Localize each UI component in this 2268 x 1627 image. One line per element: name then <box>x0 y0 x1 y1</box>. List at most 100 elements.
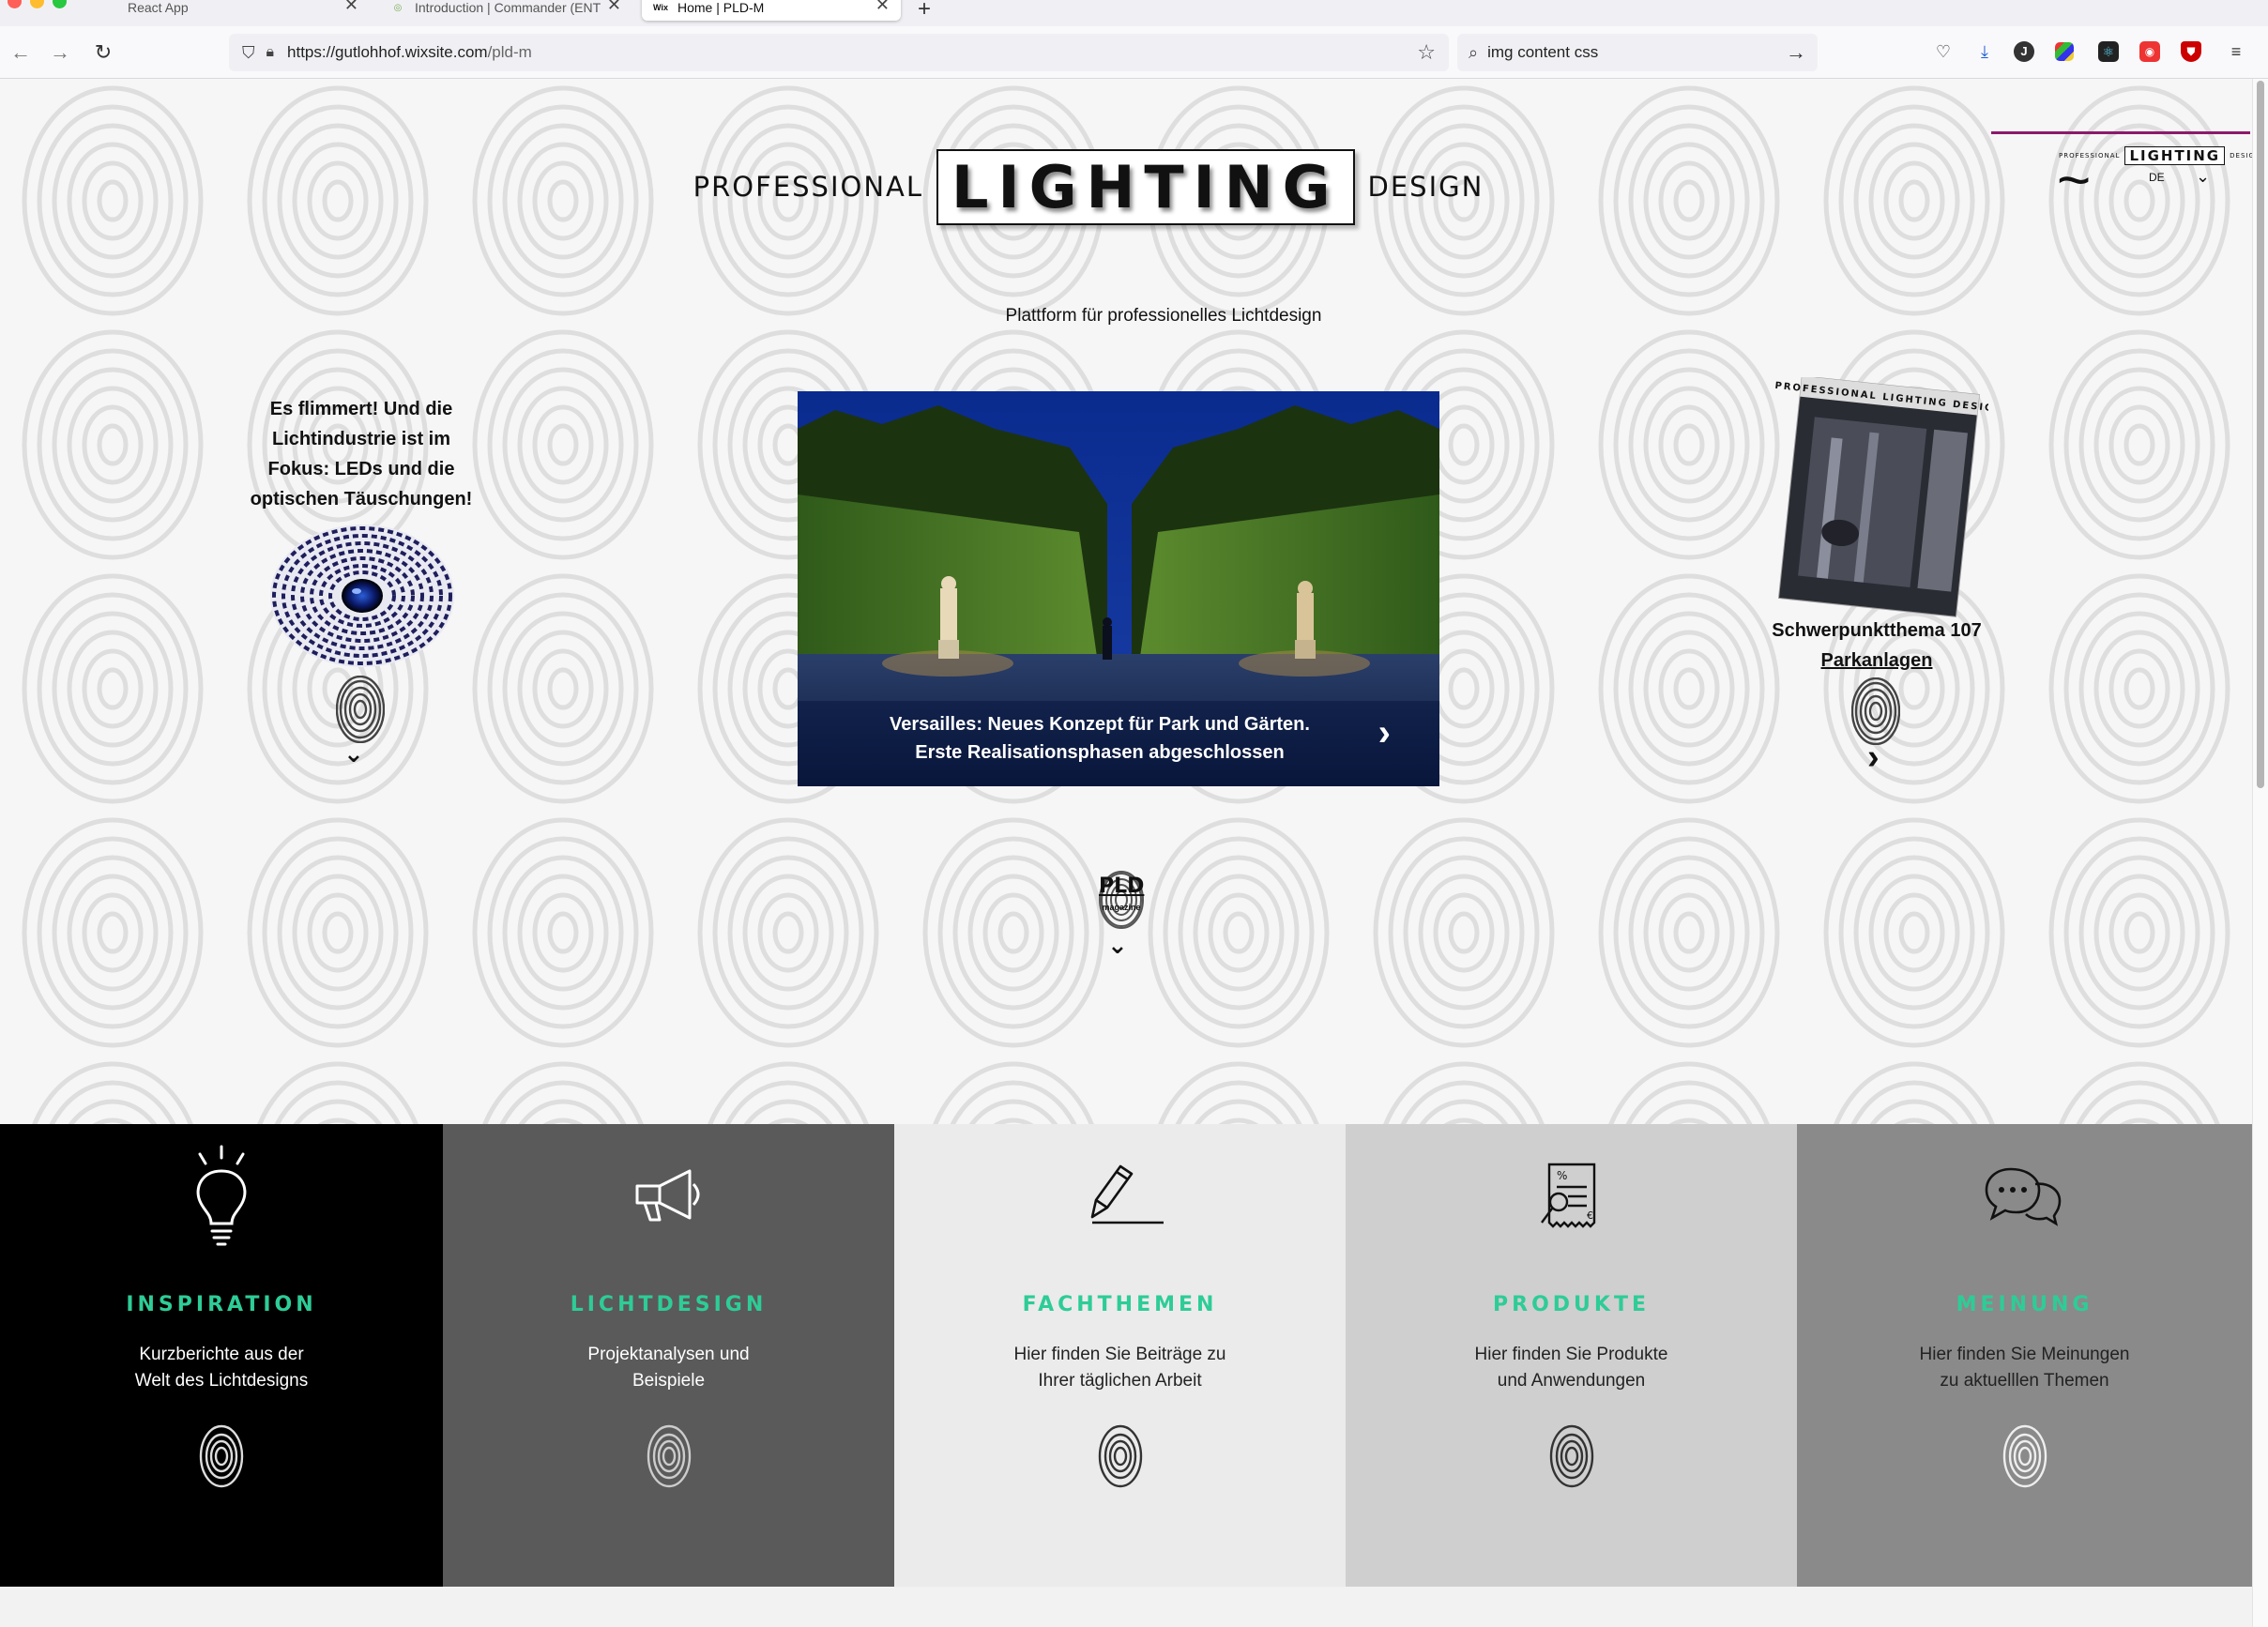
mini-logo-center: LIGHTING <box>2124 146 2226 165</box>
pld-badge-top: PLD <box>1099 874 1145 898</box>
magazine-cover-image[interactable]: PROFESSIONAL LIGHTING DESIGN <box>1769 377 1988 623</box>
url-path: /pld-m <box>487 43 532 61</box>
fingerprint-icon <box>336 676 385 743</box>
chat-bubbles-icon <box>1985 1167 2061 1226</box>
category-title: INSPIRATION <box>126 1293 317 1316</box>
category-title: LICHTDESIGN <box>570 1293 768 1316</box>
category-title: PRODUKTE <box>1493 1293 1650 1316</box>
swirl-logo-icon: ~ <box>2057 148 2092 213</box>
tab-title: Home | PLD-M <box>677 0 765 15</box>
pocket-icon[interactable]: ♡ <box>1931 39 1956 64</box>
invoice-icon: % € <box>1540 1163 1595 1228</box>
category-desc-line1: Hier finden Sie Beiträge zu <box>1013 1345 1226 1364</box>
pld-magazine-badge[interactable]: PLD magazine <box>1099 871 1144 929</box>
right-teaser-link[interactable]: Parkanlagen <box>1736 646 2017 676</box>
category-desc-line2: Welt des Lichtdesigns <box>134 1371 309 1391</box>
scrollbar-thumb[interactable] <box>2257 81 2264 788</box>
logo-word-design: DESIGN <box>1367 171 1484 203</box>
browser-tab-react-app[interactable]: React App ✕ <box>116 0 370 21</box>
downloads-icon[interactable]: ⤓ <box>1972 39 1997 64</box>
address-bar[interactable]: ⛉ 🔒︎ https://gutlohhof.wixsite.com/pld-m… <box>229 34 1449 71</box>
screenshot-extension-icon[interactable]: ◉ <box>2139 41 2160 62</box>
browser-toolbar: ← → ↻ ⛉ 🔒︎ https://gutlohhof.wixsite.com… <box>0 26 2268 79</box>
language-chevron-down-icon[interactable]: ⌄ <box>2196 167 2210 187</box>
hero-caption-line2: Erste Realisationsphasen abgeschlossen <box>915 742 1285 763</box>
fingerprint-icon <box>199 1424 244 1488</box>
category-meinung[interactable]: MEINUNG Hier finden Sie Meinungen zu aktu… <box>1797 1124 2252 1587</box>
category-desc-line2: Beispiele <box>632 1371 706 1391</box>
fingerprint-icon <box>1851 677 1900 745</box>
url-host: https://gutlohhof.wixsite.com <box>287 43 488 61</box>
hero-slideshow[interactable]: Versailles: Neues Konzept für Park und G… <box>798 391 1439 786</box>
browser-tab-home-pld[interactable]: Wix Home | PLD-M ✕ <box>642 0 901 21</box>
left-teaser-chevron-down-icon[interactable]: ⌄ <box>343 739 364 768</box>
category-desc-line1: Hier finden Sie Produkte <box>1474 1345 1668 1364</box>
zoom-window-dot[interactable] <box>53 0 67 8</box>
category-inspiration[interactable]: INSPIRATION Kurzberichte aus der Welt des… <box>0 1124 443 1587</box>
pld-chevron-down-icon[interactable]: ⌄ <box>1107 931 1128 960</box>
search-icon: ⌕ <box>1469 42 1479 62</box>
right-teaser-title: Schwerpunktthema 107 <box>1772 620 1982 641</box>
fingerprint-icon <box>2002 1424 2047 1488</box>
fingerprint-icon <box>1098 1424 1142 1488</box>
close-tab-icon[interactable]: ✕ <box>875 0 890 15</box>
react-devtools-icon[interactable]: ⚛ <box>2098 41 2119 62</box>
search-query-text[interactable]: img content css <box>1487 43 1598 62</box>
footer-pattern-strip <box>0 1587 2252 1627</box>
wix-favicon-icon: Wix <box>653 3 668 12</box>
language-selector[interactable]: DE <box>2149 171 2165 184</box>
header-corner-logo: PROFESSIONAL LIGHTING DESIGN ~ DE ⌄ <box>1991 131 2260 210</box>
pencil-icon <box>1090 1164 1164 1224</box>
hero-caption: Versailles: Neues Konzept für Park und G… <box>798 710 1439 767</box>
category-tiles: INSPIRATION Kurzberichte aus der Welt des… <box>0 1124 2252 1587</box>
category-produkte[interactable]: % € PRODUKTE Hier finden Sie Produkte und… <box>1346 1124 1797 1587</box>
close-tab-icon[interactable]: ✕ <box>344 0 358 15</box>
left-teaser-text[interactable]: Es flimmert! Und die Lichtindustrie ist … <box>244 394 479 514</box>
commander-favicon-icon: ◎ <box>393 2 403 13</box>
extension-color-grid-icon[interactable] <box>2055 42 2074 61</box>
category-fachthemen[interactable]: FACHTHEMEN Hier finden Sie Beiträge zu Ih… <box>894 1124 1346 1587</box>
browser-tab-commander[interactable]: ◎ Introduction | Commander (ENT ✕ <box>379 0 632 21</box>
close-window-dot[interactable] <box>8 0 22 8</box>
category-lichtdesign[interactable]: LICHTDESIGN Projektanalysen und Beispiele <box>443 1124 894 1587</box>
search-bar[interactable]: ⌕ img content css → <box>1457 34 1818 71</box>
browser-tab-strip: React App ✕ ◎ Introduction | Commander (… <box>0 0 2268 26</box>
back-arrow-icon[interactable]: ← <box>8 39 34 66</box>
fingerprint-icon <box>1549 1424 1593 1488</box>
category-title: FACHTHEMEN <box>1022 1293 1218 1316</box>
minimize-window-dot[interactable] <box>30 0 44 8</box>
optical-illusion-image[interactable] <box>268 524 456 669</box>
forward-arrow-icon[interactable]: → <box>47 39 73 66</box>
svg-text:€: € <box>1587 1209 1593 1222</box>
close-tab-icon[interactable]: ✕ <box>607 0 621 15</box>
ublock-extension-icon[interactable]: ⛊ <box>2181 41 2201 62</box>
new-tab-plus-icon[interactable]: + <box>918 0 931 23</box>
lock-icon[interactable]: 🔒︎ <box>266 44 275 61</box>
tab-title: React App <box>128 0 189 15</box>
brand-accent-line <box>1991 131 2250 134</box>
hero-next-arrow-icon[interactable]: › <box>1378 712 1391 754</box>
site-logo[interactable]: PROFESSIONAL LIGHTING DESIGN <box>0 135 2215 238</box>
svg-text:%: % <box>1557 1169 1567 1182</box>
category-desc-line2: zu aktuelllen Themen <box>1940 1371 2109 1391</box>
tracking-shield-icon[interactable]: ⛉ <box>242 43 255 63</box>
url-text[interactable]: https://gutlohhof.wixsite.com/pld-m <box>287 43 532 62</box>
logo-word-professional: PROFESSIONAL <box>693 171 924 203</box>
fingerprint-icon <box>647 1424 691 1488</box>
extension-j-icon[interactable]: J <box>2014 41 2034 62</box>
bookmark-star-icon[interactable]: ☆ <box>1417 40 1436 65</box>
site-tagline: Plattform für professionelles Lichtdesig… <box>1005 306 1322 326</box>
category-desc-line2: Ihrer täglichen Arbeit <box>1038 1371 1202 1391</box>
search-go-arrow-icon[interactable]: → <box>1786 40 1806 65</box>
category-desc-line1: Projektanalysen und <box>587 1345 750 1364</box>
page-scrollbar[interactable] <box>2252 79 2268 1627</box>
reload-icon[interactable]: ↻ <box>90 39 116 66</box>
category-title: MEINUNG <box>1956 1293 2093 1316</box>
category-desc-line1: Hier finden Sie Meinungen <box>1919 1345 2130 1364</box>
tab-title: Introduction | Commander (ENT <box>415 0 601 15</box>
pld-badge-bottom: magazine <box>1102 903 1141 912</box>
category-desc-line1: Kurzberichte aus der <box>139 1345 304 1364</box>
right-teaser-chevron-right-icon[interactable]: › <box>1867 737 1880 778</box>
menu-hamburger-icon[interactable]: ≡ <box>2224 39 2248 64</box>
logo-word-lighting: LIGHTING <box>936 148 1355 225</box>
